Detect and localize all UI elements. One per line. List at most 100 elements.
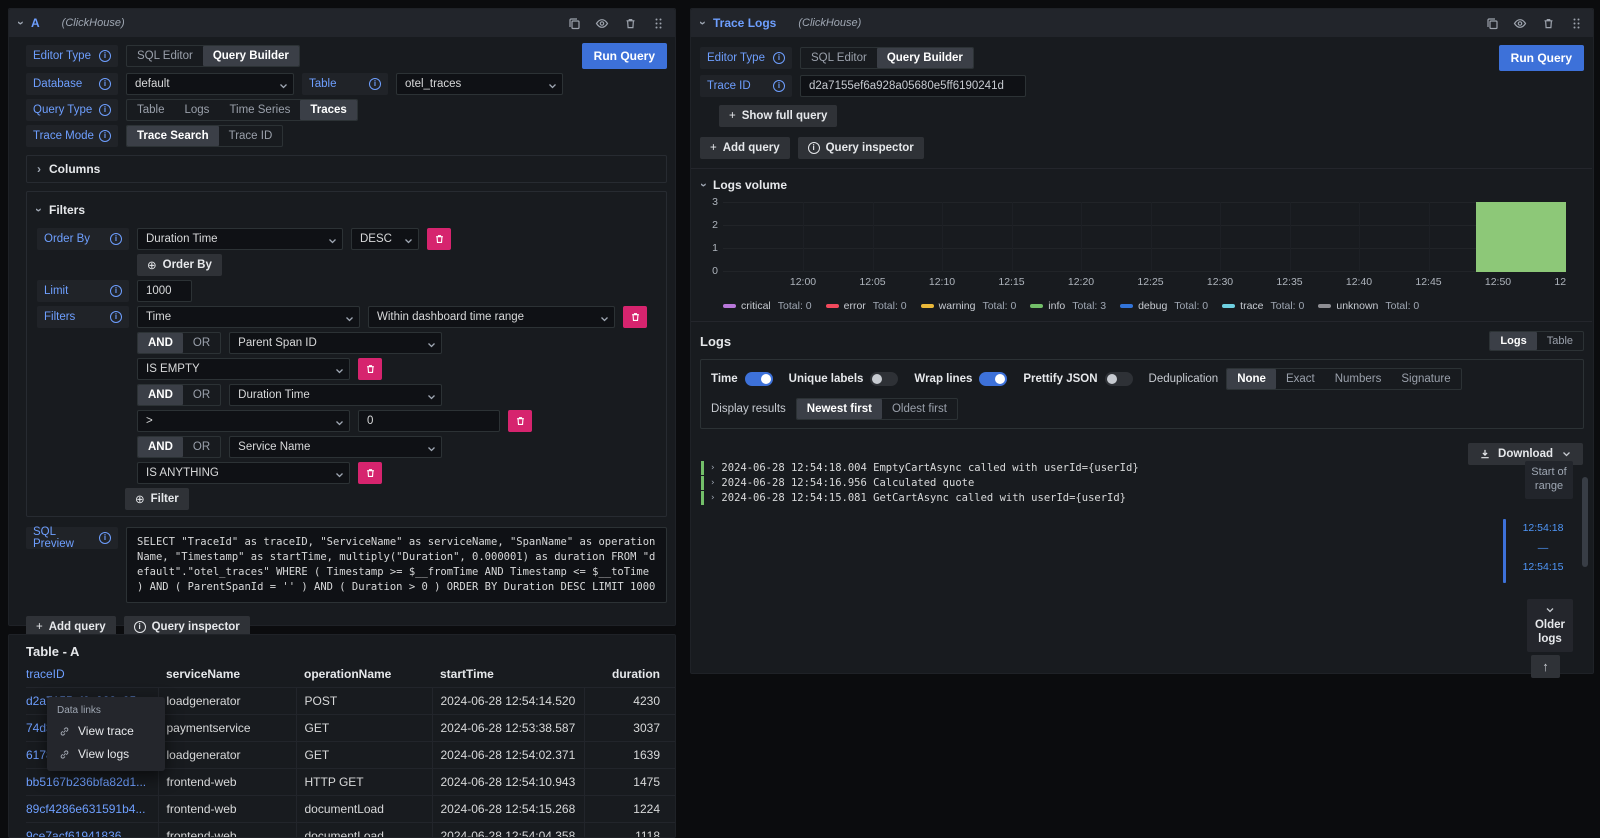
dedup-option-numbers[interactable]: Numbers xyxy=(1325,369,1392,389)
trash-icon[interactable] xyxy=(1541,16,1555,30)
add-filter-button[interactable]: ⊕Filter xyxy=(125,488,189,510)
info-icon[interactable]: i xyxy=(99,78,111,90)
info-icon[interactable]: i xyxy=(110,311,122,323)
scroll-to-top-button[interactable]: ↑ xyxy=(1531,655,1560,678)
bool-and-option[interactable]: AND xyxy=(138,385,183,405)
info-icon[interactable]: i xyxy=(99,130,111,142)
editor-type-option-sql[interactable]: SQL Editor xyxy=(801,48,877,68)
remove-order-by-button[interactable] xyxy=(427,228,451,250)
filter-operator-select[interactable]: IS EMPTY xyxy=(137,358,350,380)
toggle-switch[interactable] xyxy=(870,372,898,386)
collapse-chevron-icon[interactable]: › xyxy=(15,21,27,25)
column-header-starttime[interactable]: startTime xyxy=(432,661,584,688)
drag-grip-icon[interactable] xyxy=(651,16,665,30)
legend-item-info[interactable]: infoTotal: 3 xyxy=(1030,300,1106,312)
logs-view-option-logs[interactable]: Logs xyxy=(1490,332,1536,350)
info-icon[interactable]: i xyxy=(99,50,111,62)
query-inspector-button[interactable]: iQuery inspector xyxy=(798,137,924,159)
logs-view-option-table[interactable]: Table xyxy=(1537,332,1583,350)
database-select[interactable]: default xyxy=(126,73,294,95)
show-full-query-button[interactable]: +Show full query xyxy=(719,105,837,127)
column-header-duration[interactable]: duration xyxy=(584,661,676,688)
duplicate-icon[interactable] xyxy=(1485,16,1499,30)
logs-scrollbar[interactable] xyxy=(1582,477,1588,567)
remove-filter-button[interactable] xyxy=(508,410,532,432)
eye-icon[interactable] xyxy=(1513,16,1527,30)
limit-input[interactable]: 1000 xyxy=(137,280,192,302)
filter-field-select[interactable]: Service Name xyxy=(229,436,442,458)
display-oldest-first[interactable]: Oldest first xyxy=(882,399,957,419)
order-by-direction-select[interactable]: DESC xyxy=(351,228,419,250)
legend-item-warning[interactable]: warningTotal: 0 xyxy=(921,300,1017,312)
filter-field-select[interactable]: Parent Span ID xyxy=(229,332,442,354)
log-row[interactable]: ›2024-06-28 12:54:18.004 EmptyCartAsync … xyxy=(701,461,1483,475)
remove-filter-button[interactable] xyxy=(358,462,382,484)
run-query-button[interactable]: Run Query xyxy=(582,43,667,69)
info-icon[interactable]: i xyxy=(369,78,381,90)
view-trace-link[interactable]: View trace xyxy=(57,724,155,738)
column-header-traceid[interactable]: traceID xyxy=(26,661,158,688)
filter-field-select[interactable]: Duration Time xyxy=(229,384,442,406)
view-logs-link[interactable]: View logs xyxy=(57,747,155,761)
trace-mode-option-search[interactable]: Trace Search xyxy=(127,126,219,146)
toggle-switch[interactable] xyxy=(745,372,773,386)
expand-chevron-icon[interactable]: › xyxy=(710,478,715,488)
log-range-indicator[interactable]: 12:54:18 — 12:54:15 xyxy=(1510,523,1576,573)
add-query-button[interactable]: +Add query xyxy=(700,137,790,159)
trace-id-input[interactable]: d2a7155ef6a928a05680e5ff6190241d xyxy=(800,75,1026,97)
bool-or-option[interactable]: OR xyxy=(183,333,220,353)
dedup-option-exact[interactable]: Exact xyxy=(1276,369,1325,389)
column-header-servicename[interactable]: serviceName xyxy=(158,661,296,688)
bool-or-option[interactable]: OR xyxy=(183,437,220,457)
older-logs-button[interactable]: Older logs xyxy=(1527,599,1573,652)
editor-type-option-sql[interactable]: SQL Editor xyxy=(127,46,203,66)
info-icon[interactable]: i xyxy=(99,532,111,544)
bool-and-option[interactable]: AND xyxy=(138,437,183,457)
info-log-volume-bar[interactable] xyxy=(1476,202,1566,272)
info-icon[interactable]: i xyxy=(99,104,111,116)
trace-id-link[interactable]: 9ce7acf61941836... xyxy=(26,823,158,838)
log-row[interactable]: ›2024-06-28 12:54:15.081 GetCartAsync ca… xyxy=(701,491,1483,505)
info-icon[interactable]: i xyxy=(110,233,122,245)
trace-id-link[interactable]: bb5167b236bfa82d1... xyxy=(26,769,158,796)
time-filter-field-select[interactable]: Time xyxy=(137,306,360,328)
legend-item-trace[interactable]: traceTotal: 0 xyxy=(1222,300,1304,312)
column-header-operationname[interactable]: operationName xyxy=(296,661,432,688)
query-type-option-timeseries[interactable]: Time Series xyxy=(219,100,300,120)
log-row[interactable]: ›2024-06-28 12:54:16.956 Calculated quot… xyxy=(701,476,1483,490)
logs-volume-toggle[interactable]: › Logs volume xyxy=(702,178,1584,192)
bool-or-option[interactable]: OR xyxy=(183,385,220,405)
duplicate-icon[interactable] xyxy=(567,16,581,30)
trace-id-link[interactable]: 89cf4286e631591b4... xyxy=(26,796,158,823)
query-type-option-table[interactable]: Table xyxy=(127,100,175,120)
query-type-option-logs[interactable]: Logs xyxy=(175,100,220,120)
filter-operator-select[interactable]: IS ANYTHING xyxy=(137,462,350,484)
legend-item-debug[interactable]: debugTotal: 0 xyxy=(1120,300,1208,312)
dedup-option-none[interactable]: None xyxy=(1227,369,1276,389)
toggle-switch[interactable] xyxy=(979,372,1007,386)
legend-item-unknown[interactable]: unknownTotal: 0 xyxy=(1318,300,1419,312)
drag-grip-icon[interactable] xyxy=(1569,16,1583,30)
toggle-switch[interactable] xyxy=(1105,372,1133,386)
filter-value-input[interactable]: 0 xyxy=(358,410,500,432)
remove-time-filter-button[interactable] xyxy=(623,306,647,328)
editor-type-option-builder[interactable]: Query Builder xyxy=(877,48,973,68)
filters-section-toggle[interactable]: › Filters xyxy=(37,200,656,220)
order-by-field-select[interactable]: Duration Time xyxy=(137,228,343,250)
query-type-option-traces[interactable]: Traces xyxy=(300,100,356,120)
legend-item-critical[interactable]: criticalTotal: 0 xyxy=(723,300,812,312)
run-query-button[interactable]: Run Query xyxy=(1499,45,1584,71)
columns-section-toggle[interactable]: › Columns xyxy=(37,156,656,182)
time-filter-operator-select[interactable]: Within dashboard time range xyxy=(368,306,615,328)
expand-chevron-icon[interactable]: › xyxy=(710,493,715,503)
add-order-by-button[interactable]: ⊕Order By xyxy=(137,254,222,276)
bool-and-option[interactable]: AND xyxy=(138,333,183,353)
trace-mode-option-id[interactable]: Trace ID xyxy=(219,126,283,146)
info-icon[interactable]: i xyxy=(773,80,785,92)
filter-operator-select[interactable]: > xyxy=(137,410,350,432)
info-icon[interactable]: i xyxy=(773,52,785,64)
display-newest-first[interactable]: Newest first xyxy=(797,399,882,419)
collapse-chevron-icon[interactable]: › xyxy=(697,21,709,25)
info-icon[interactable]: i xyxy=(110,285,122,297)
editor-type-option-builder[interactable]: Query Builder xyxy=(203,46,299,66)
